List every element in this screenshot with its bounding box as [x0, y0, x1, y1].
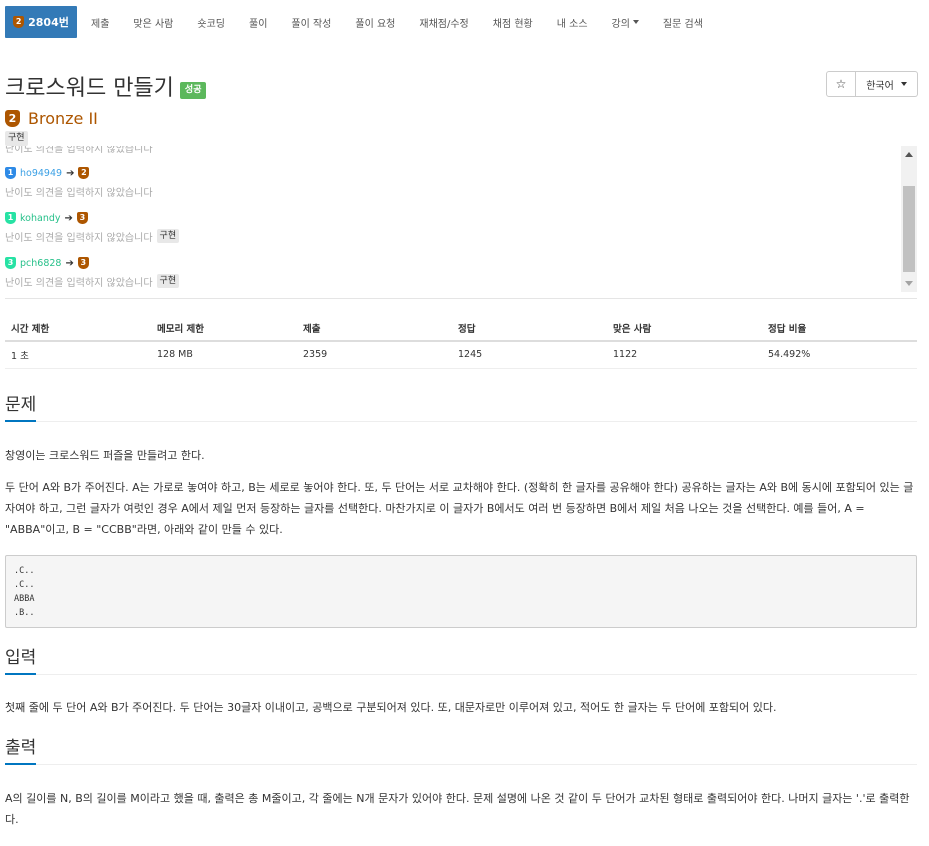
- example-line: .C..: [14, 580, 35, 590]
- arrow-right-icon: ➔: [65, 257, 74, 269]
- problem-title: 크로스워드 만들기: [5, 76, 174, 101]
- accepted-users-value: 1122: [607, 341, 762, 369]
- opinion-item: 3 pch6828 ➔ 3 난이도 의견을 입력하지 않았습니다 구현: [5, 254, 895, 292]
- nav-accepted-users[interactable]: 맞은 사람: [121, 3, 185, 41]
- bronze-tier-icon: 2: [13, 16, 25, 28]
- opinion-note-text: 난이도 의견을 입력하지 않았습니다: [5, 232, 153, 244]
- opinion-item: 1 ho94949 ➔ 2 난이도 의견을 입력하지 않았습니다: [5, 164, 895, 209]
- problem-section-header: 문제: [5, 388, 917, 422]
- input-description: 첫째 줄에 두 단어 A와 B가 주어진다. 두 단어는 30글자 이내이고, …: [5, 701, 777, 714]
- opinion-note: 난이도 의견을 입력하지 않았습니다: [5, 146, 895, 156]
- input-section-header: 입력: [5, 641, 917, 675]
- opinion-username[interactable]: pch6828: [20, 258, 61, 269]
- opinion-note: 난이도 의견을 입력하지 않았습니다 구현: [5, 272, 895, 290]
- nav-submit[interactable]: 제출: [77, 3, 121, 41]
- output-section-header: 출력: [5, 731, 917, 765]
- arrow-right-icon: ➔: [66, 167, 75, 179]
- output-description: A의 길이를 N, B의 길이를 M이라고 했을 때, 출력은 총 M줄이고, …: [5, 792, 910, 826]
- nav-lecture-dropdown[interactable]: 강의: [600, 3, 651, 41]
- opinion-user-row: 1 ho94949 ➔ 2: [5, 164, 895, 182]
- voted-tier-icon: 3: [76, 212, 88, 224]
- caret-down-icon: [900, 82, 907, 86]
- accepted-value: 1245: [452, 341, 607, 369]
- algorithm-tag[interactable]: 구현: [156, 273, 180, 289]
- voted-tier-icon: 2: [78, 167, 90, 179]
- nav-question-search[interactable]: 질문 검색: [651, 3, 715, 41]
- time-limit-value: 1 초: [5, 341, 151, 369]
- nav-lecture-label: 강의: [611, 18, 630, 30]
- memory-limit-value: 128 MB: [151, 341, 297, 369]
- example-block: .C.. .C.. ABBA .B..: [5, 555, 917, 628]
- nav-request-solution[interactable]: 풀이 요청: [343, 3, 407, 41]
- example-line: ABBA: [14, 594, 35, 604]
- user-tier-icon: 3: [5, 257, 16, 269]
- opinion-note-text: 난이도 의견을 입력하지 않았습니다: [5, 277, 153, 289]
- nav-problem-number-label: 2804번: [28, 16, 69, 29]
- problem-heading: 문제: [5, 390, 37, 422]
- example-line: .B..: [14, 608, 35, 618]
- opinion-note-text: 난이도 의견을 입력하지 않았습니다: [5, 187, 153, 199]
- example-line: .C..: [14, 566, 35, 576]
- col-accept-ratio: 정답 비율: [762, 316, 917, 342]
- title-button-group: ☆ 한국어: [826, 71, 918, 97]
- algorithm-tag[interactable]: 구현: [156, 228, 180, 244]
- nav-problem-number[interactable]: 2 2804번: [5, 6, 77, 38]
- nav-rejudge[interactable]: 재채점/수정: [407, 3, 480, 41]
- problem-description-p1: 창영이는 크로스워드 퍼즐을 만들려고 한다.: [5, 449, 205, 462]
- opinion-username[interactable]: ho94949: [20, 168, 62, 179]
- algorithm-tag[interactable]: 구현: [5, 131, 28, 146]
- bronze-tier-icon: 2: [5, 110, 20, 127]
- opinion-item: 1 kohandy ➔ 3 난이도 의견을 입력하지 않았습니다 구현: [5, 209, 895, 254]
- divider: [5, 298, 917, 299]
- nav-write-solution[interactable]: 풀이 작성: [279, 3, 343, 41]
- top-nav: 2 2804번 제출 맞은 사람 숏코딩 풀이 풀이 작성 풀이 요청 재채점/…: [0, 0, 929, 44]
- col-submissions: 제출: [297, 316, 452, 342]
- status-badge: 성공: [179, 82, 207, 99]
- problem-description-p2: 두 단어 A와 B가 주어진다. A는 가로로 놓여야 하고, B는 세로로 놓…: [5, 481, 914, 536]
- nav-my-source[interactable]: 내 소스: [545, 3, 600, 41]
- user-tier-icon: 1: [5, 212, 16, 224]
- opinion-note-text: 난이도 의견을 입력하지 않았습니다: [5, 146, 153, 155]
- nav-short-coding[interactable]: 숏코딩: [185, 3, 237, 41]
- language-label: 한국어: [866, 80, 894, 92]
- language-dropdown[interactable]: 한국어: [856, 71, 918, 97]
- opinion-note: 난이도 의견을 입력하지 않았습니다: [5, 182, 895, 200]
- tier-row: 2 Bronze II: [5, 109, 98, 128]
- caret-down-icon: [632, 20, 639, 24]
- problem-stats-table: 시간 제한 메모리 제한 제출 정답 맞은 사람 정답 비율 1 초 128 M…: [5, 316, 917, 369]
- nav-solutions[interactable]: 풀이: [237, 3, 279, 41]
- col-accepted-users: 맞은 사람: [607, 316, 762, 342]
- scroll-down-arrow-icon[interactable]: [905, 281, 913, 286]
- col-accepted: 정답: [452, 316, 607, 342]
- star-icon: ☆: [835, 77, 847, 91]
- difficulty-opinions-box[interactable]: 난이도 의견을 입력하지 않았습니다 1 ho94949 ➔ 2 난이도 의견을…: [5, 146, 917, 292]
- nav-status[interactable]: 채점 현황: [481, 3, 545, 41]
- col-time-limit: 시간 제한: [5, 316, 151, 342]
- voted-tier-icon: 3: [77, 257, 89, 269]
- opinions-scrollbar[interactable]: [901, 146, 917, 292]
- arrow-right-icon: ➔: [64, 212, 73, 224]
- user-tier-icon: 1: [5, 167, 16, 179]
- submissions-value: 2359: [297, 341, 452, 369]
- input-heading: 입력: [5, 643, 37, 675]
- scroll-up-arrow-icon[interactable]: [905, 152, 913, 157]
- accept-ratio-value: 54.492%: [762, 341, 917, 369]
- col-memory-limit: 메모리 제한: [151, 316, 297, 342]
- output-heading: 출력: [5, 733, 37, 765]
- table-header-row: 시간 제한 메모리 제한 제출 정답 맞은 사람 정답 비율: [5, 316, 917, 342]
- star-button[interactable]: ☆: [826, 71, 856, 97]
- opinion-username[interactable]: kohandy: [20, 213, 61, 224]
- tier-name[interactable]: Bronze II: [28, 109, 98, 128]
- opinion-list: 난이도 의견을 입력하지 않았습니다 1 ho94949 ➔ 2 난이도 의견을…: [5, 146, 895, 292]
- opinion-user-row: 3 pch6828 ➔ 3: [5, 254, 895, 272]
- opinion-note: 난이도 의견을 입력하지 않았습니다 구현: [5, 227, 895, 245]
- scrollbar-thumb[interactable]: [903, 186, 915, 272]
- table-row: 1 초 128 MB 2359 1245 1122 54.492%: [5, 341, 917, 369]
- page-title: 크로스워드 만들기 성공: [5, 70, 207, 102]
- opinion-user-row: 1 kohandy ➔ 3: [5, 209, 895, 227]
